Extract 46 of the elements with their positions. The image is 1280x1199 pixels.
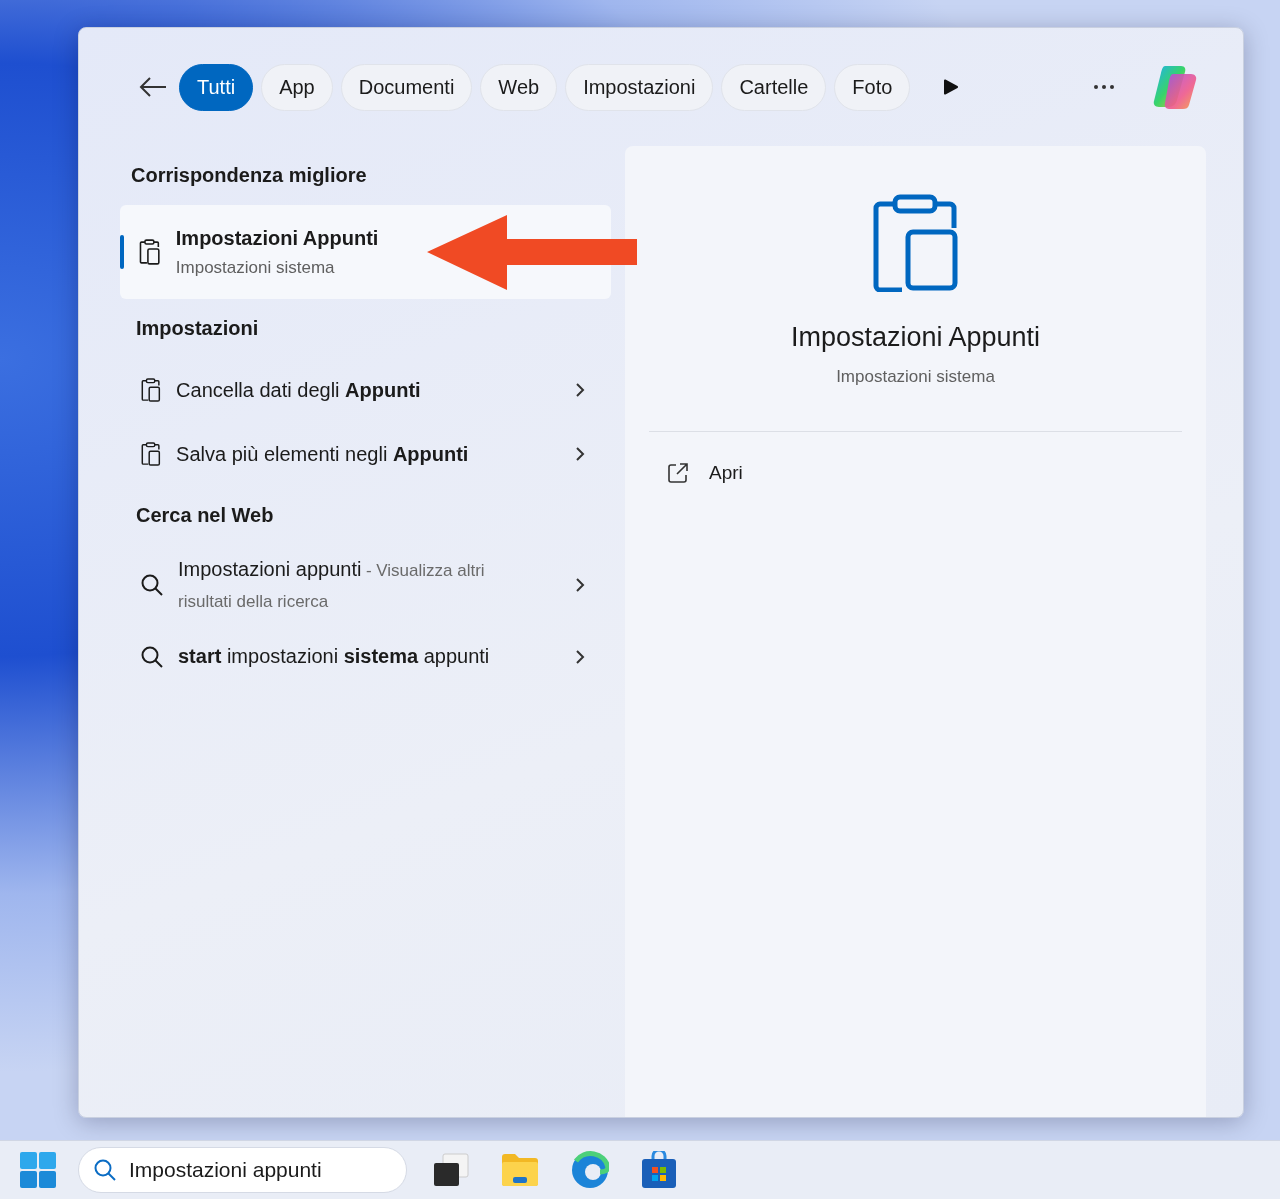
more-icon: [1093, 84, 1115, 90]
folder-icon[interactable]: [501, 1153, 539, 1187]
result-text: Salva più elementi negli Appunti: [176, 442, 470, 466]
result-subtitle: Impostazioni sistema: [175, 257, 336, 278]
selection-indicator: [120, 235, 124, 269]
chevron-right-icon: [575, 649, 585, 665]
section-heading: Cerca nel Web: [135, 503, 275, 528]
open-external-icon: [667, 462, 689, 484]
preview-subtitle: Impostazioni sistema: [836, 367, 995, 387]
clipboard-icon: [140, 377, 163, 403]
web-result-text: Impostazioni appunti - Visualizza altri risultati della ricerca: [178, 556, 486, 613]
store-icon[interactable]: [641, 1151, 677, 1189]
search-icon: [140, 573, 164, 597]
filter-tab[interactable]: Impostazioni: [565, 63, 714, 111]
clipboard-icon: [138, 238, 162, 266]
settings-result[interactable]: Cancella dati degli Appunti: [120, 358, 611, 422]
open-action[interactable]: Apri: [649, 432, 761, 514]
filter-tab[interactable]: Foto: [834, 63, 911, 111]
chevron-right-icon: [575, 577, 585, 593]
web-result-text: start impostazioni sistema appunti: [178, 644, 491, 669]
browser-icon[interactable]: [571, 1151, 609, 1189]
search-icon: [140, 645, 164, 669]
task-view-icon[interactable]: [433, 1153, 469, 1187]
search-icon: [93, 1158, 117, 1182]
clipboard-icon: [872, 194, 959, 292]
search-input[interactable]: Impostazioni appunti: [129, 1158, 349, 1182]
filter-tab[interactable]: Cartelle: [721, 63, 827, 111]
web-result[interactable]: Impostazioni appunti - Visualizza altri risultati della ricerca: [120, 545, 611, 625]
filter-tab[interactable]: Documenti: [340, 63, 473, 111]
filter-tab[interactable]: App: [261, 63, 333, 111]
filter-tab[interactable]: Tutti: [179, 63, 254, 111]
section-heading: Impostazioni: [135, 316, 260, 341]
preview-title: Impostazioni Appunti: [790, 322, 1041, 353]
filter-tab[interactable]: Web: [480, 63, 558, 111]
result-title: Impostazioni Appunti: [175, 226, 379, 250]
chevron-right-icon: [575, 446, 585, 462]
result-text: Cancella dati degli Appunti: [176, 378, 422, 402]
section-heading: Corrispondenza migliore: [130, 163, 368, 188]
settings-result[interactable]: Salva più elementi negli Appunti: [120, 422, 611, 486]
taskbar-search-field[interactable]: Impostazioni appunti: [78, 1147, 407, 1193]
web-result[interactable]: start impostazioni sistema appunti: [120, 625, 611, 689]
start-icon[interactable]: [20, 1152, 56, 1188]
arrow-left-icon: [139, 76, 167, 98]
chevron-right-icon: [575, 382, 585, 398]
clipboard-icon: [140, 441, 163, 467]
play-icon: [944, 79, 959, 95]
